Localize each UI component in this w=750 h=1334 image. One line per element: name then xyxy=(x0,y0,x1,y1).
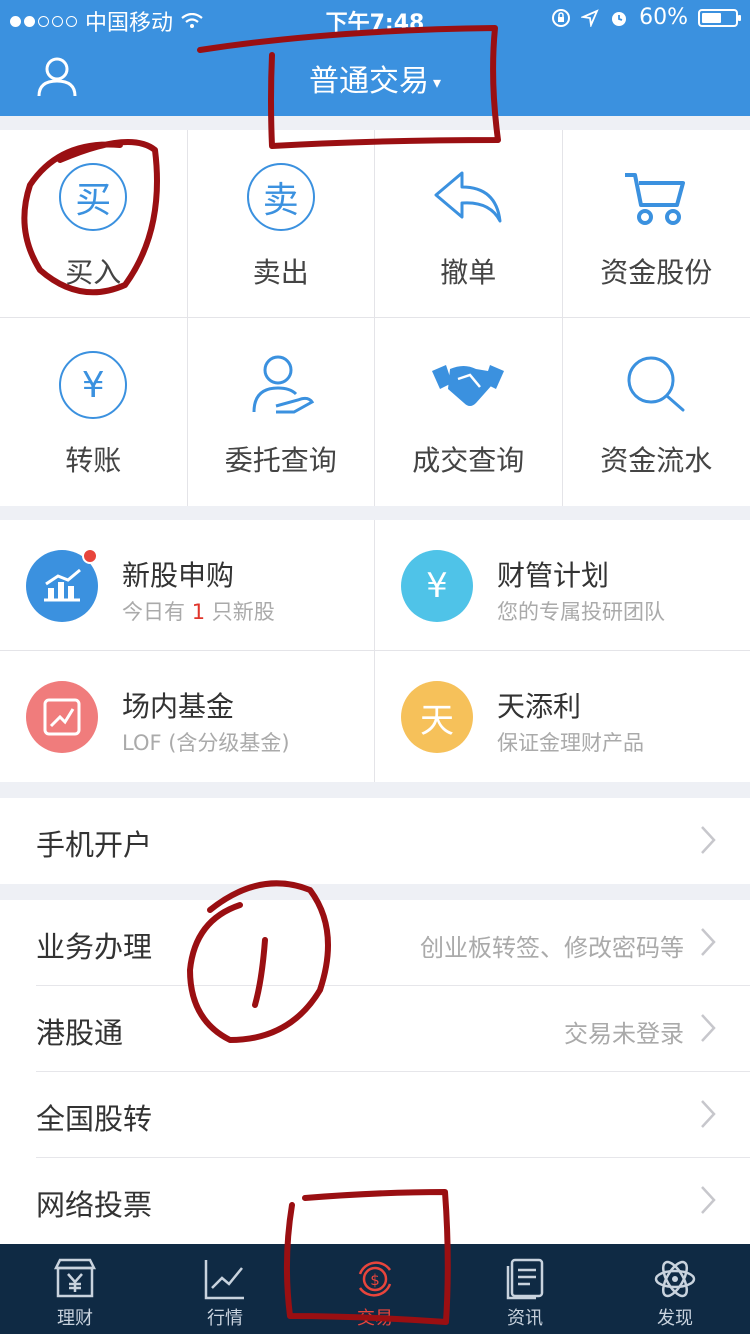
chevron-right-icon xyxy=(701,826,716,854)
grid-item-transfer[interactable]: ¥ 转账 xyxy=(0,318,188,506)
card-wealth-plan[interactable]: ¥ 财管计划 您的专属投研团队 xyxy=(375,520,750,651)
list-item-neeq[interactable]: 全国股转 xyxy=(0,1072,750,1158)
chevron-right-icon xyxy=(701,1186,716,1214)
cart-icon xyxy=(625,172,686,225)
list-item-mobile-account[interactable]: 手机开户 xyxy=(0,798,750,884)
grid-item-label: 委托查询 xyxy=(224,444,337,477)
card-title: 场内基金 xyxy=(122,690,235,723)
trade-icon: $ xyxy=(358,1261,392,1297)
grid-item-label: 卖出 xyxy=(252,255,309,289)
trade-function-grid: 买 买入 卖 卖出 撤单 资金股份 ¥ 转账 委托查询 成交查询 资金流水 xyxy=(0,130,750,506)
tab-trade[interactable]: $ 交易 xyxy=(300,1244,450,1334)
svg-text:$: $ xyxy=(370,1271,380,1289)
location-icon xyxy=(581,8,599,27)
new-stock-count: 1 xyxy=(191,600,206,624)
list-item-value: 交易未登录 xyxy=(564,1020,684,1048)
tab-label: 发现 xyxy=(657,1308,693,1329)
atom-icon xyxy=(654,1260,696,1298)
tab-label: 资讯 xyxy=(507,1308,543,1329)
bottom-tab-bar: 理财 行情 $ 交易 资讯 发现 xyxy=(0,1244,750,1334)
search-icon xyxy=(627,356,685,412)
grid-item-label: 转账 xyxy=(65,444,122,477)
undo-icon xyxy=(434,171,502,222)
grid-item-cancel-order[interactable]: 撤单 xyxy=(375,130,563,318)
card-title: 财管计划 xyxy=(497,559,610,592)
list-item-online-voting[interactable]: 网络投票 xyxy=(0,1158,750,1244)
grid-item-label: 资金股份 xyxy=(600,255,713,289)
finance-icon xyxy=(53,1258,97,1298)
card-subtitle: LOF (含分级基金) xyxy=(122,731,290,755)
tab-label: 交易 xyxy=(357,1308,393,1329)
grid-item-deal-query[interactable]: 成交查询 xyxy=(375,318,563,506)
page-title: 普通交易 xyxy=(308,64,429,99)
yuan-box-icon: ¥ xyxy=(401,550,473,622)
list-item-label: 业务办理 xyxy=(36,930,153,964)
list-item-hk-connect[interactable]: 港股通 交易未登录 xyxy=(0,986,750,1072)
tab-market[interactable]: 行情 xyxy=(150,1244,300,1334)
list-item-label: 手机开户 xyxy=(36,828,153,862)
sell-icon: 卖 xyxy=(246,162,315,231)
chevron-right-icon xyxy=(701,1014,716,1042)
grid-item-buy[interactable]: 买 买入 xyxy=(0,130,188,318)
list-item-value: 创业板转签、修改密码等 xyxy=(420,934,684,962)
battery-percent: 60% xyxy=(639,5,688,30)
buy-icon: 买 xyxy=(59,162,128,231)
grid-item-order-query[interactable]: 委托查询 xyxy=(188,318,375,506)
chevron-down-icon: ▾ xyxy=(432,73,442,92)
battery-icon xyxy=(698,8,741,27)
tab-finance[interactable]: 理财 xyxy=(0,1244,150,1334)
grid-item-label: 撤单 xyxy=(440,255,497,289)
handshake-icon xyxy=(432,365,505,406)
orientation-lock-icon xyxy=(552,8,571,27)
market-chart-icon xyxy=(204,1260,244,1300)
notification-dot xyxy=(82,548,98,564)
user-hand-icon xyxy=(252,355,314,414)
trend-icon xyxy=(26,681,98,753)
card-title: 天添利 xyxy=(497,690,582,723)
card-title: 新股申购 xyxy=(122,559,235,592)
list-item-business[interactable]: 业务办理 创业板转签、修改密码等 xyxy=(0,900,750,986)
grid-item-label: 资金流水 xyxy=(600,444,713,477)
grid-item-fund-flow[interactable]: 资金流水 xyxy=(563,318,750,506)
chevron-right-icon xyxy=(701,1100,716,1128)
yuan-transfer-icon: ¥ xyxy=(59,351,128,419)
card-tiantianli[interactable]: 天 天添利 保证金理财产品 xyxy=(375,651,750,782)
card-subtitle: 今日有 1 只新股 xyxy=(122,600,275,624)
grid-item-label: 买入 xyxy=(65,255,122,289)
grid-item-label: 成交查询 xyxy=(412,444,525,477)
chevron-right-icon xyxy=(701,928,716,956)
card-exchange-fund[interactable]: 场内基金 LOF (含分级基金) xyxy=(0,651,375,782)
list-item-label: 港股通 xyxy=(36,1016,124,1050)
news-icon xyxy=(506,1258,544,1300)
card-ipo-subscription[interactable]: 新股申购 今日有 1 只新股 xyxy=(0,520,375,651)
card-subtitle: 您的专属投研团队 xyxy=(497,600,665,624)
alarm-icon xyxy=(612,11,627,26)
grid-item-sell[interactable]: 卖 卖出 xyxy=(187,130,375,318)
tab-label: 行情 xyxy=(207,1308,243,1329)
status-bar: 中国移动 下午7:48 60% xyxy=(0,0,750,38)
card-subtitle: 保证金理财产品 xyxy=(497,731,644,755)
feature-cards: 新股申购 今日有 1 只新股 ¥ 财管计划 您的专属投研团队 场内基金 LOF … xyxy=(0,520,750,782)
tian-icon: 天 xyxy=(401,681,473,753)
trade-mode-selector[interactable]: 普通交易 ▾ xyxy=(0,56,750,100)
list-item-label: 全国股转 xyxy=(36,1102,153,1136)
tab-news[interactable]: 资讯 xyxy=(450,1244,600,1334)
tab-label: 理财 xyxy=(57,1308,93,1329)
grid-item-funds-shares[interactable]: 资金股份 xyxy=(562,130,750,318)
tab-discover[interactable]: 发现 xyxy=(600,1244,750,1334)
list-item-label: 网络投票 xyxy=(36,1188,153,1222)
header: 中国移动 下午7:48 60% 普通交易 ▾ xyxy=(0,0,750,116)
